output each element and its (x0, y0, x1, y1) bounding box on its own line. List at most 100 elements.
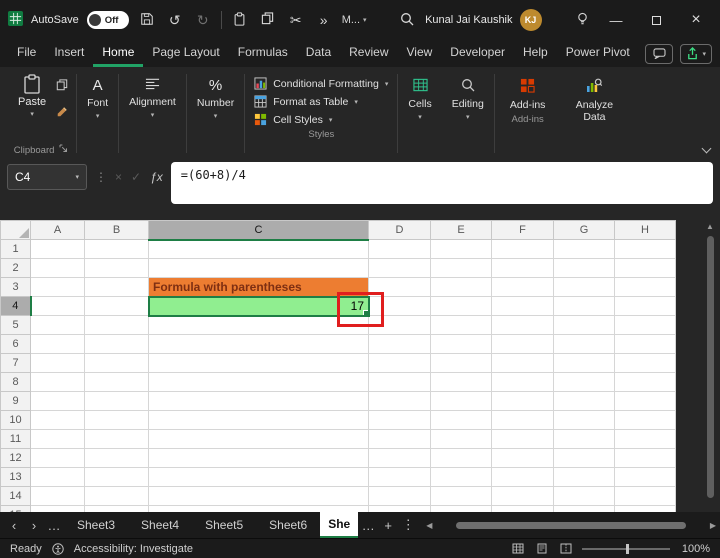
column-header-B[interactable]: B (85, 221, 149, 240)
cell-E8[interactable] (431, 373, 492, 392)
cell-D14[interactable] (369, 487, 431, 506)
cell-D4[interactable] (369, 297, 431, 316)
cell-F14[interactable] (492, 487, 554, 506)
cell-A4[interactable] (31, 297, 85, 316)
row-header-5[interactable]: 5 (1, 316, 31, 335)
row-header-6[interactable]: 6 (1, 335, 31, 354)
cell-E11[interactable] (431, 430, 492, 449)
cell-A11[interactable] (31, 430, 85, 449)
cell-G4[interactable] (554, 297, 615, 316)
row-header-3[interactable]: 3 (1, 278, 31, 297)
sheet-tab-sheet4[interactable]: Sheet4 (128, 512, 192, 538)
cell-E6[interactable] (431, 335, 492, 354)
customize-toolbar-button[interactable]: M... ▾ (342, 14, 367, 26)
cell-B2[interactable] (85, 259, 149, 278)
page-break-preview-button[interactable] (558, 542, 574, 556)
tab-page-layout[interactable]: Page Layout (143, 40, 228, 67)
cell-B5[interactable] (85, 316, 149, 335)
cells-group-collapsed[interactable]: Cells ▾ (398, 69, 441, 158)
column-header-F[interactable]: F (492, 221, 554, 240)
cell-E3[interactable] (431, 278, 492, 297)
collapse-ribbon-chevron-icon[interactable] (702, 144, 712, 154)
horizontal-scrollbar[interactable]: ◀ ▶ (426, 512, 716, 538)
cell-C10[interactable] (149, 411, 369, 430)
cell-G14[interactable] (554, 487, 615, 506)
maximize-button[interactable] (640, 0, 672, 40)
tab-insert[interactable]: Insert (45, 40, 93, 67)
cell-H3[interactable] (615, 278, 676, 297)
conditional-formatting-button[interactable]: Conditional Formatting ▾ (254, 77, 388, 90)
sheet-nav-right-icon[interactable]: › (24, 512, 44, 538)
addins-button[interactable]: Add-ins (500, 69, 556, 111)
vertical-scrollbar-thumb[interactable] (707, 236, 714, 498)
tab-review[interactable]: Review (340, 40, 397, 67)
cell-G13[interactable] (554, 468, 615, 487)
cell-C1[interactable] (149, 240, 369, 259)
cell-A12[interactable] (31, 449, 85, 468)
cell-A2[interactable] (31, 259, 85, 278)
cell-F7[interactable] (492, 354, 554, 373)
row-header-9[interactable]: 9 (1, 392, 31, 411)
cell-C2[interactable] (149, 259, 369, 278)
cell-H8[interactable] (615, 373, 676, 392)
cell-F15[interactable] (492, 506, 554, 513)
row-header-11[interactable]: 11 (1, 430, 31, 449)
tab-file[interactable]: File (8, 40, 45, 67)
cell-C9[interactable] (149, 392, 369, 411)
sheet-tab-sheet5[interactable]: Sheet5 (192, 512, 256, 538)
zoom-level[interactable]: 100% (678, 543, 710, 555)
sheet-list-ellipsis-left[interactable]: … (44, 512, 64, 538)
accessibility-status[interactable]: Accessibility: Investigate (74, 543, 193, 555)
cell-A15[interactable] (31, 506, 85, 513)
cell-H12[interactable] (615, 449, 676, 468)
close-button[interactable]: × (680, 0, 712, 40)
cell-B4[interactable] (85, 297, 149, 316)
cell-C12[interactable] (149, 449, 369, 468)
number-group-collapsed[interactable]: % Number ▾ (187, 69, 244, 158)
copy-button[interactable] (56, 78, 68, 96)
column-header-D[interactable]: D (369, 221, 431, 240)
cell-G9[interactable] (554, 392, 615, 411)
horizontal-scrollbar-track[interactable] (437, 519, 704, 531)
cell-E13[interactable] (431, 468, 492, 487)
cell-H1[interactable] (615, 240, 676, 259)
alignment-group-collapsed[interactable]: Alignment ▾ (119, 69, 186, 158)
minimize-button[interactable]: — (600, 0, 632, 40)
normal-view-button[interactable] (510, 542, 526, 556)
cell-F6[interactable] (492, 335, 554, 354)
cell-G3[interactable] (554, 278, 615, 297)
new-sheet-button[interactable]: + (378, 512, 398, 538)
cell-H6[interactable] (615, 335, 676, 354)
more-commands-icon[interactable]: » (314, 12, 334, 28)
confirm-entry-icon[interactable]: ✓ (131, 170, 141, 184)
cell-A7[interactable] (31, 354, 85, 373)
cell-A5[interactable] (31, 316, 85, 335)
cell-C14[interactable] (149, 487, 369, 506)
tab-formulas[interactable]: Formulas (229, 40, 297, 67)
cell-D2[interactable] (369, 259, 431, 278)
cell-G1[interactable] (554, 240, 615, 259)
column-header-A[interactable]: A (31, 221, 85, 240)
cell-C15[interactable] (149, 506, 369, 513)
cell-D5[interactable] (369, 316, 431, 335)
cell-G12[interactable] (554, 449, 615, 468)
cell-C11[interactable] (149, 430, 369, 449)
cell-D11[interactable] (369, 430, 431, 449)
cell-B6[interactable] (85, 335, 149, 354)
cell-D10[interactable] (369, 411, 431, 430)
cell-H7[interactable] (615, 354, 676, 373)
lightbulb-icon[interactable] (572, 12, 592, 29)
cell-H15[interactable] (615, 506, 676, 513)
cell-F10[interactable] (492, 411, 554, 430)
cell-G8[interactable] (554, 373, 615, 392)
clipboard-dialog-launcher-icon[interactable] (59, 144, 68, 156)
tab-power-pivot[interactable]: Power Pivot (557, 40, 639, 67)
cell-F3[interactable] (492, 278, 554, 297)
cell-styles-button[interactable]: Cell Styles ▾ (254, 113, 388, 126)
comments-button[interactable] (645, 44, 673, 64)
cell-G6[interactable] (554, 335, 615, 354)
cell-G2[interactable] (554, 259, 615, 278)
cell-C6[interactable] (149, 335, 369, 354)
cell-C5[interactable] (149, 316, 369, 335)
cell-F9[interactable] (492, 392, 554, 411)
